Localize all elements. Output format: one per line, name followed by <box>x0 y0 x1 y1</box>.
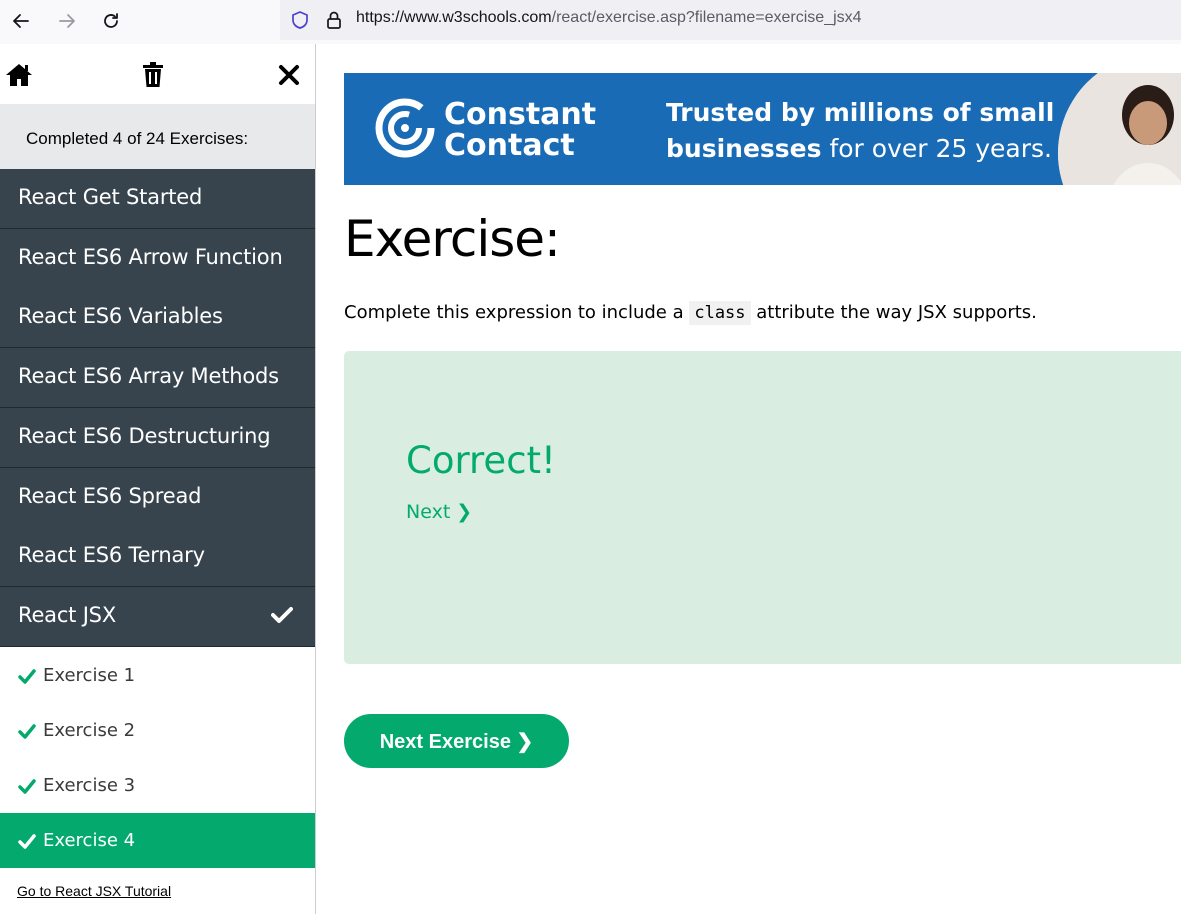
exercise-label: Exercise 1 <box>43 665 136 686</box>
result-title: Correct! <box>406 439 556 482</box>
sidebar-exercise-1[interactable]: Exercise 1 <box>0 648 315 703</box>
constant-contact-logo-icon <box>375 98 435 158</box>
ad-tagline-line1: Trusted by millions of small <box>666 98 1055 127</box>
sidebar-topic-arrow-function[interactable]: React ES6 Arrow Function <box>0 229 315 289</box>
arrow-right-icon <box>59 14 75 28</box>
topic-label: React ES6 Spread <box>18 484 202 508</box>
ad-tagline-rest: for over 25 years. <box>821 134 1052 163</box>
instruction-code: class <box>689 301 751 325</box>
url-bar[interactable]: https://www.w3schools.com/react/exercise… <box>280 0 1181 40</box>
exercise-instruction: Complete this expression to include a cl… <box>344 301 1037 325</box>
arrow-left-icon <box>13 14 29 28</box>
exercise-label: Exercise 3 <box>43 775 136 796</box>
result-panel: Correct! Next ❯ <box>344 351 1181 664</box>
lock-icon <box>327 11 341 29</box>
topic-label: React ES6 Arrow Function <box>18 245 283 269</box>
sidebar-topic-ternary[interactable]: React ES6 Ternary <box>0 527 315 587</box>
close-sidebar-button[interactable] <box>273 59 305 91</box>
ad-brand-line2: Contact <box>444 128 575 163</box>
topic-label: React JSX <box>18 603 117 627</box>
home-button[interactable] <box>3 59 35 91</box>
topic-label: React ES6 Variables <box>18 304 223 328</box>
sidebar-exercise-4[interactable]: Exercise 4 <box>0 813 315 868</box>
exercise-sidebar: Completed 4 of 24 Exercises: React Get S… <box>0 44 316 914</box>
exercise-label: Exercise 2 <box>43 720 136 741</box>
browser-toolbar: https://www.w3schools.com/react/exercise… <box>0 0 1181 44</box>
ad-brand-name: Constant Contact <box>444 99 596 161</box>
completed-count-text: Completed 4 of 24 Exercises: <box>26 129 249 148</box>
sidebar-topic-jsx[interactable]: React JSX <box>0 587 315 647</box>
sidebar-exercise-3[interactable]: Exercise 3 <box>0 758 315 813</box>
sidebar-topic-variables[interactable]: React ES6 Variables <box>0 288 315 348</box>
progress-summary: Completed 4 of 24 Exercises: <box>0 104 315 169</box>
tutorial-link[interactable]: Go to React JSX Tutorial <box>17 883 171 899</box>
trash-icon <box>143 62 163 87</box>
url-path: /react/exercise.asp?filename=exercise_js… <box>551 9 862 26</box>
topic-label: React ES6 Destructuring <box>18 424 271 448</box>
next-link[interactable]: Next ❯ <box>406 501 472 523</box>
check-icon <box>18 669 36 684</box>
check-icon <box>18 724 36 739</box>
topic-label: React ES6 Array Methods <box>18 364 279 388</box>
ad-banner[interactable]: Constant Contact Trusted by millions of … <box>344 73 1181 185</box>
ad-tagline-bold: businesses <box>666 134 822 163</box>
reload-button[interactable] <box>96 6 126 36</box>
next-exercise-button[interactable]: Next Exercise ❯ <box>344 714 569 768</box>
person-photo-icon <box>1058 73 1181 185</box>
sidebar-topic-get-started[interactable]: React Get Started <box>0 169 315 229</box>
forward-button[interactable] <box>52 6 82 36</box>
sidebar-topic-destructuring[interactable]: React ES6 Destructuring <box>0 408 315 468</box>
sidebar-exercise-2[interactable]: Exercise 2 <box>0 703 315 758</box>
sidebar-topic-spread[interactable]: React ES6 Spread <box>0 468 315 528</box>
ad-tagline: Trusted by millions of small businesses … <box>666 95 1054 167</box>
home-icon <box>6 64 32 86</box>
sidebar-topic-array-methods[interactable]: React ES6 Array Methods <box>0 348 315 408</box>
sidebar-toolbar <box>0 44 315 104</box>
exercise-label: Exercise 4 <box>43 830 136 851</box>
ad-photo <box>1058 73 1181 185</box>
instruction-text-after: attribute the way JSX supports. <box>750 302 1037 323</box>
back-button[interactable] <box>6 6 36 36</box>
shield-icon <box>292 11 308 29</box>
reload-icon <box>104 13 118 28</box>
check-icon <box>18 834 36 849</box>
reset-button[interactable] <box>137 59 169 91</box>
url-text: https://www.w3schools.com/react/exercise… <box>356 9 862 27</box>
close-icon <box>279 65 299 85</box>
check-icon <box>18 779 36 794</box>
topic-label: React ES6 Ternary <box>18 543 205 567</box>
url-host: https://www.w3schools.com <box>356 9 552 26</box>
page-title: Exercise: <box>344 210 561 268</box>
ad-brand-line1: Constant <box>444 97 597 132</box>
topic-label: React Get Started <box>18 185 203 209</box>
instruction-text-before: Complete this expression to include a <box>344 302 690 323</box>
check-icon <box>271 607 293 623</box>
